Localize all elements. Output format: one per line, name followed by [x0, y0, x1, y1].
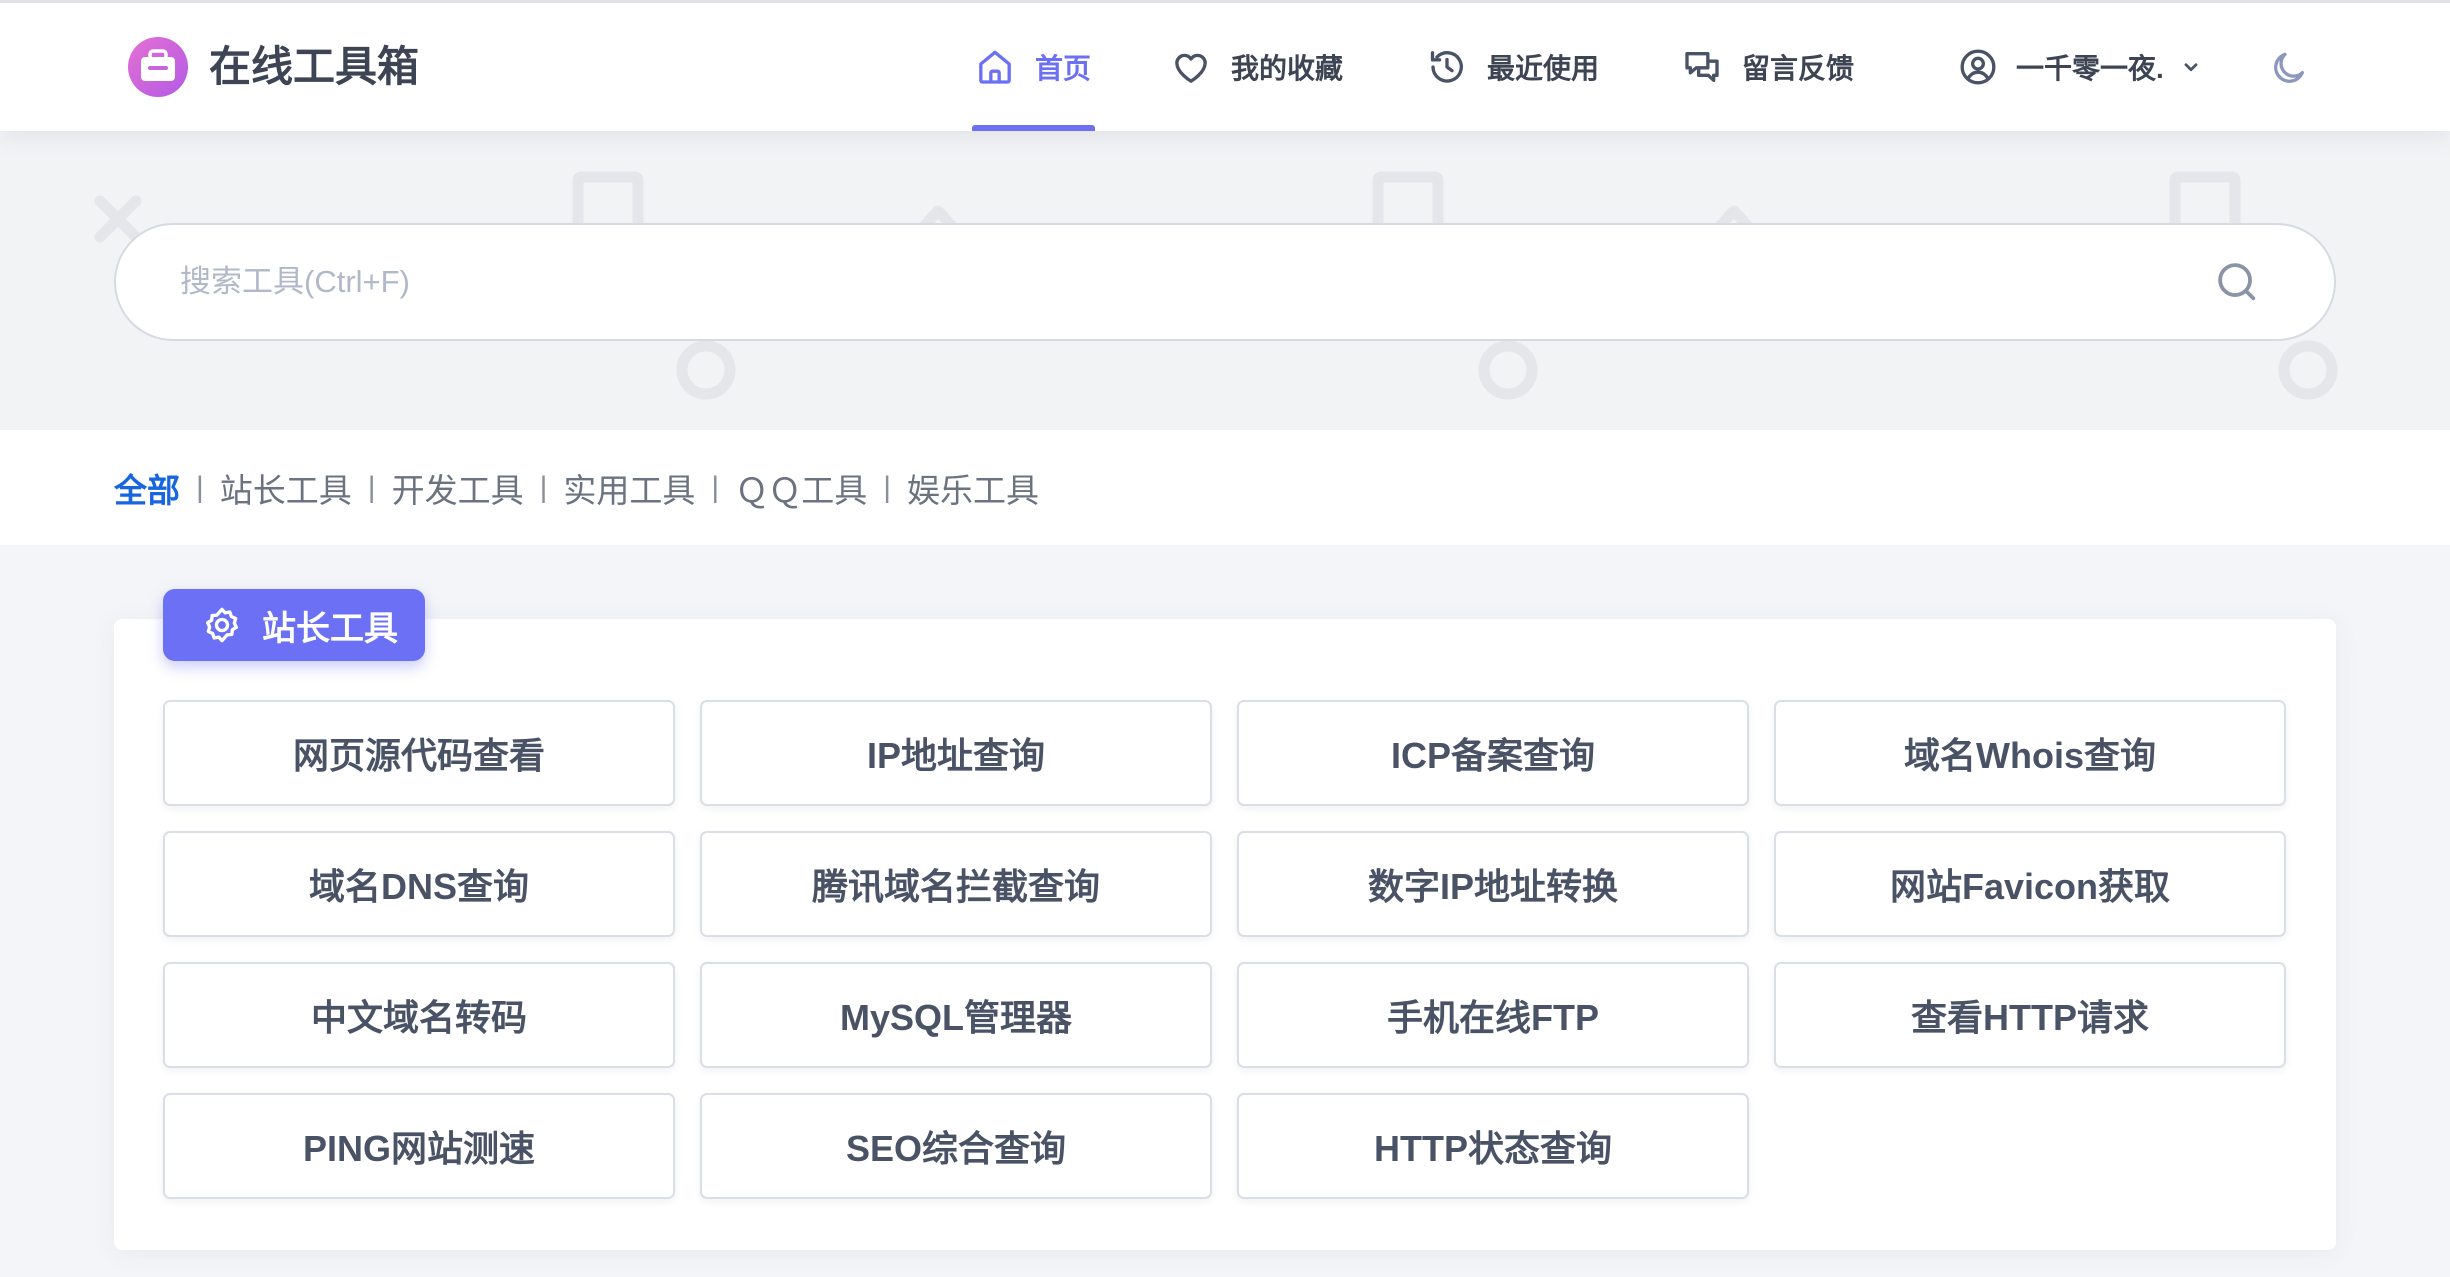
history-icon	[1427, 47, 1467, 87]
tool-button[interactable]: 域名DNS查询	[163, 831, 675, 937]
category-separator: |	[883, 470, 891, 504]
tool-section-card: 站长工具 网页源代码查看 IP地址查询 ICP备案查询 域名Whois查询 域名…	[114, 589, 2336, 1250]
nav-home-label: 首页	[1035, 53, 1092, 84]
category-all[interactable]: 全部	[114, 464, 180, 512]
tool-button[interactable]: SEO综合查询	[700, 1093, 1212, 1199]
nav-feedback-label: 留言反馈	[1742, 53, 1855, 84]
search-input[interactable]	[114, 223, 2336, 341]
top-header: 在线工具箱 首页 我的收藏 最近使用 留言反馈 一千零一夜.	[0, 0, 2450, 131]
tool-button[interactable]: 网页源代码查看	[163, 700, 675, 806]
nav-home[interactable]: 首页	[975, 3, 1091, 131]
category-qq[interactable]: ＱＱ工具	[735, 464, 867, 512]
moon-icon[interactable]	[2269, 48, 2309, 88]
tool-button[interactable]: 中文域名转码	[163, 962, 675, 1068]
tool-grid: 网页源代码查看 IP地址查询 ICP备案查询 域名Whois查询 域名DNS查询…	[163, 700, 2286, 1199]
tool-button[interactable]: 手机在线FTP	[1237, 962, 1749, 1068]
tool-button[interactable]: IP地址查询	[700, 700, 1212, 806]
tool-button[interactable]: 域名Whois查询	[1774, 700, 2286, 806]
home-icon	[975, 47, 1015, 87]
section-title: 站长工具	[262, 609, 398, 648]
category-separator: |	[711, 470, 720, 504]
category-dev[interactable]: 开发工具	[392, 464, 524, 512]
heart-icon	[1171, 47, 1211, 87]
section-badge: 站长工具	[163, 589, 425, 661]
toolbox-icon	[128, 37, 188, 97]
tool-button[interactable]: PING网站测速	[163, 1093, 675, 1199]
nav-favorites[interactable]: 我的收藏	[1171, 3, 1343, 131]
gear-icon	[202, 605, 242, 645]
category-webmaster[interactable]: 站长工具	[220, 464, 352, 512]
search-icon[interactable]	[2214, 259, 2260, 305]
category-tabs: 全部 | 站长工具 | 开发工具 | 实用工具 | ＱＱ工具 | 娱乐工具	[114, 430, 1039, 545]
category-separator: |	[367, 470, 376, 504]
tool-button[interactable]: ICP备案查询	[1237, 700, 1749, 806]
category-entertainment[interactable]: 娱乐工具	[907, 464, 1039, 512]
tool-button[interactable]: HTTP状态查询	[1237, 1093, 1749, 1199]
search-box	[114, 223, 2336, 341]
active-nav-indicator	[972, 125, 1095, 131]
tool-button[interactable]: 数字IP地址转换	[1237, 831, 1749, 937]
category-utility[interactable]: 实用工具	[563, 464, 695, 512]
nav-recent[interactable]: 最近使用	[1427, 3, 1599, 131]
category-separator: |	[539, 470, 548, 504]
category-bar: 全部 | 站长工具 | 开发工具 | 实用工具 | ＱＱ工具 | 娱乐工具	[0, 430, 2450, 545]
tool-button[interactable]: 网站Favicon获取	[1774, 831, 2286, 937]
tool-button[interactable]: 查看HTTP请求	[1774, 962, 2286, 1068]
nav-feedback[interactable]: 留言反馈	[1682, 3, 1854, 131]
user-name: 一千零一夜.	[2016, 53, 2164, 84]
user-circle-icon	[1958, 47, 1998, 87]
chat-icon	[1682, 47, 1722, 87]
nav-favorites-label: 我的收藏	[1231, 53, 1344, 84]
user-menu[interactable]: 一千零一夜.	[1958, 3, 2202, 131]
site-logo[interactable]	[127, 36, 189, 98]
tool-button[interactable]: MySQL管理器	[700, 962, 1212, 1068]
category-separator: |	[196, 470, 204, 504]
chevron-down-icon	[2180, 56, 2202, 78]
site-title[interactable]: 在线工具箱	[209, 40, 419, 94]
tool-button[interactable]: 腾讯域名拦截查询	[700, 831, 1212, 937]
nav-recent-label: 最近使用	[1487, 53, 1600, 84]
